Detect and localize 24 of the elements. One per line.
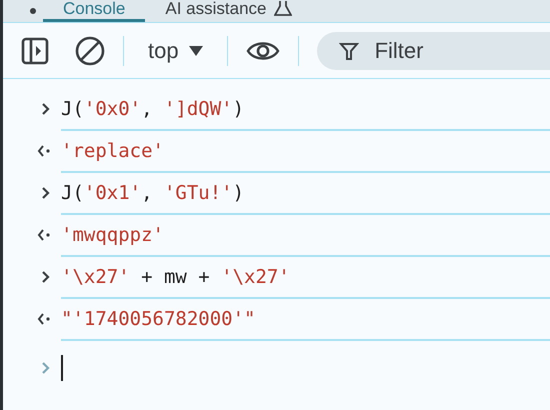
menu-icon[interactable]	[30, 8, 36, 14]
return-arrow-icon	[37, 228, 51, 242]
clear-console-button[interactable]	[75, 36, 105, 66]
flask-icon	[274, 0, 292, 16]
filter-field[interactable]: Filter	[316, 32, 550, 70]
context-dropdown[interactable]: top	[142, 38, 209, 64]
filter-icon	[338, 40, 359, 60]
return-arrow-icon	[37, 312, 51, 326]
chevron-icon	[41, 102, 51, 116]
command-text: J('0x1', 'GTu!')	[61, 182, 244, 204]
chevron-icon	[41, 361, 51, 375]
command-text: J('0x0', ']dQW')	[61, 98, 244, 120]
sidebar-toggle-button[interactable]	[21, 36, 49, 64]
result-text: 'mwqqppz'	[61, 224, 164, 246]
command-text: '\x27' + mw + '\x27'	[61, 266, 290, 288]
caret-icon	[188, 44, 203, 56]
chevron-icon	[41, 270, 51, 284]
chevron-icon	[41, 186, 51, 200]
return-arrow-icon	[37, 144, 51, 158]
filter-input[interactable]: Filter	[372, 36, 527, 64]
result-text: "'1740056782000'"	[61, 308, 256, 330]
tab[interactable]: AI assistance	[145, 0, 312, 22]
result-text: 'replace'	[61, 140, 164, 162]
eye-button[interactable]	[246, 40, 280, 62]
